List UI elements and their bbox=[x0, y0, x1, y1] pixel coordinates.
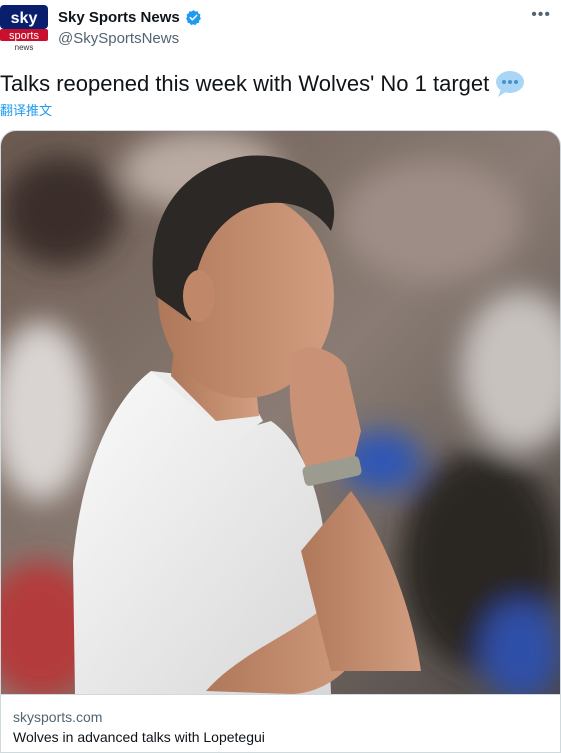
card-photo[interactable] bbox=[1, 131, 561, 694]
translate-tweet-link[interactable]: 翻译推文 bbox=[0, 100, 52, 119]
card-footer[interactable]: skysports.com Wolves in advanced talks w… bbox=[1, 694, 560, 752]
account-display-name[interactable]: Sky Sports News bbox=[58, 9, 180, 26]
card-title[interactable]: Wolves in advanced talks with Lopetegui bbox=[13, 729, 265, 745]
tweet-text: Talks reopened this week with Wolves' No… bbox=[0, 71, 490, 96]
tweet-header: sky sports news Sky Sports News @SkySpor… bbox=[0, 0, 561, 58]
account-name-row: Sky Sports News bbox=[58, 9, 202, 26]
avatar-sky-text: sky bbox=[11, 10, 38, 27]
card-domain: skysports.com bbox=[13, 709, 103, 725]
link-card[interactable]: skysports.com Wolves in advanced talks w… bbox=[0, 130, 561, 753]
speech-bubble-emoji-icon bbox=[496, 71, 525, 97]
account-handle[interactable]: @SkySportsNews bbox=[58, 30, 179, 47]
tweet-body: Talks reopened this week with Wolves' No… bbox=[0, 70, 525, 98]
more-options-icon[interactable]: ••• bbox=[531, 6, 551, 24]
sky-sports-news-avatar[interactable]: sky sports news bbox=[0, 5, 48, 51]
verified-badge-icon bbox=[185, 10, 201, 26]
avatar-sports-text: sports bbox=[9, 30, 39, 42]
avatar-news-text: news bbox=[15, 43, 34, 51]
